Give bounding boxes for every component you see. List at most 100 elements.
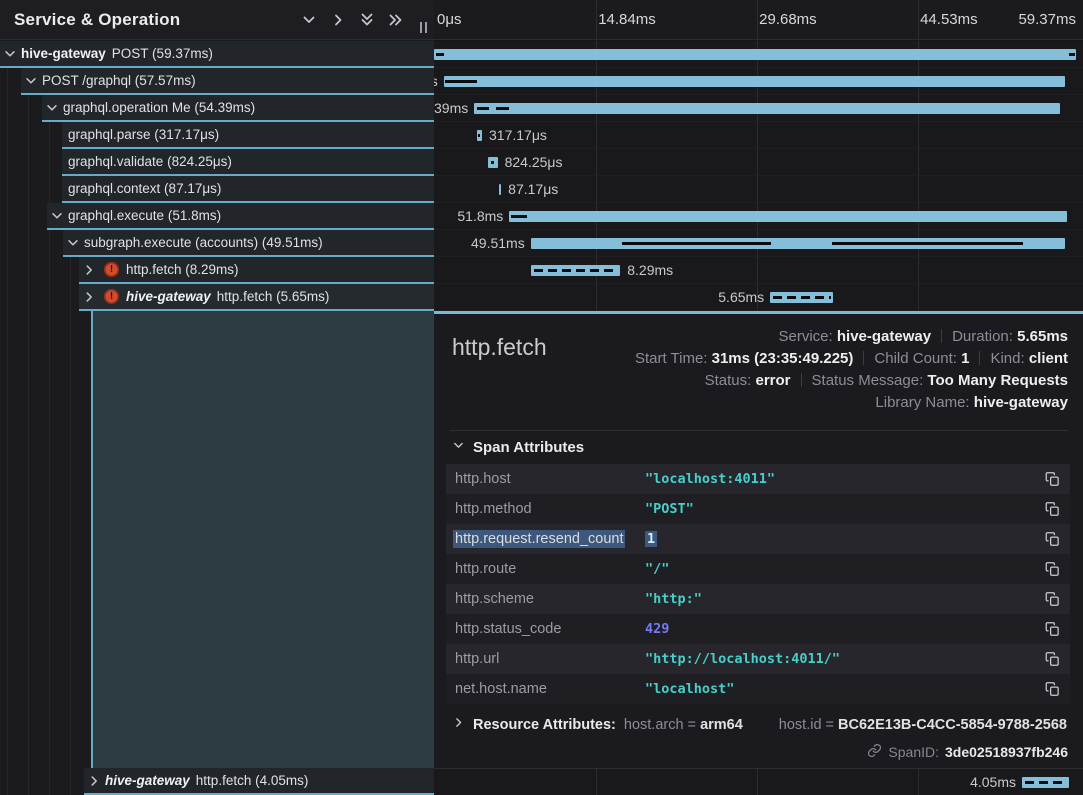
copy-icon[interactable]	[1045, 591, 1060, 607]
tree-row-POST[interactable]: hive-gatewayPOST (59.37ms)	[0, 41, 434, 68]
span-name-label: graphql.parse (317.17μs)	[68, 127, 219, 142]
meta-label: Status:	[705, 372, 756, 389]
span-name-label: graphql.operation Me (54.39ms)	[63, 100, 255, 115]
timeline-row: 5.65ms	[434, 284, 1083, 311]
self-time-mark	[773, 296, 831, 299]
span-meta-line: Status: errorStatus Message: Too Many Re…	[635, 370, 1068, 392]
attribute-value: "/"	[645, 561, 1045, 577]
ruler-tick: 59.37ms	[1018, 11, 1076, 28]
span-duration-bar[interactable]	[444, 76, 1066, 87]
timeline-row: 54.39ms	[434, 95, 1083, 122]
tree-row-http.fetch[interactable]: !http.fetch (8.29ms)	[79, 257, 434, 284]
span-attributes-header[interactable]: Span Attributes	[452, 439, 1068, 456]
attribute-key: http.host	[455, 471, 645, 487]
link-icon[interactable]	[867, 743, 882, 761]
span-name-label: http.fetch (8.29ms)	[126, 262, 239, 277]
meta-value: hive-gateway	[837, 328, 931, 345]
meta-value: error	[755, 372, 790, 389]
attribute-row: http.scheme"http:"	[446, 584, 1070, 614]
copy-icon[interactable]	[1045, 531, 1060, 547]
gridline	[757, 149, 758, 175]
span-id-label: SpanID:	[888, 744, 939, 760]
span-duration-bar[interactable]	[474, 103, 1060, 114]
resource-attributes-header[interactable]: Resource Attributes:	[452, 716, 616, 733]
copy-icon[interactable]	[1045, 621, 1060, 637]
chevron-down-icon[interactable]	[45, 101, 59, 115]
gridline	[918, 149, 919, 175]
copy-icon[interactable]	[1045, 681, 1060, 697]
span-name-label: graphql.validate (824.25μs)	[68, 154, 232, 169]
self-time-mark	[445, 80, 477, 83]
tree-row-POST[interactable]: POST /graphql (57.57ms)	[21, 68, 434, 95]
self-time-mark	[534, 269, 617, 272]
span-meta-line: Service: hive-gatewayDuration: 5.65ms	[635, 326, 1068, 348]
divider	[979, 351, 980, 365]
collapse-one-icon[interactable]	[301, 12, 317, 28]
copy-icon[interactable]	[1045, 501, 1060, 517]
attribute-row: http.request.resend_count1	[446, 524, 1070, 554]
chevron-down-icon[interactable]	[66, 236, 80, 250]
service-name: hive-gateway	[105, 773, 190, 788]
duration-label: 49.51ms	[471, 235, 525, 251]
tree-row-graphql.validate[interactable]: graphql.validate (824.25μs)	[62, 149, 434, 176]
selected-text: http.request.resend_count	[453, 530, 625, 548]
chevron-down-icon[interactable]	[24, 74, 38, 88]
attribute-value: 429	[645, 621, 1045, 637]
collapse-all-icon[interactable]	[359, 12, 375, 28]
tree-row-graphql.execute[interactable]: graphql.execute (51.8ms)	[47, 203, 434, 230]
span-meta-line: Start Time: 31ms (23:35:49.225)Child Cou…	[635, 348, 1068, 370]
chevron-right-icon	[452, 716, 465, 733]
attribute-value: "http://localhost:4011/"	[645, 651, 1045, 667]
copy-icon[interactable]	[1045, 471, 1060, 487]
gridline	[596, 284, 597, 310]
tree-row-graphql.parse[interactable]: graphql.parse (317.17μs)	[62, 122, 434, 149]
span-duration-bar[interactable]	[499, 184, 501, 195]
service-name: hive-gateway	[126, 289, 211, 304]
gridline	[918, 122, 919, 148]
copy-icon[interactable]	[1045, 651, 1060, 667]
attribute-key: http.route	[455, 561, 645, 577]
attribute-value: "POST"	[645, 501, 1045, 517]
attribute-row: http.method"POST"	[446, 494, 1070, 524]
attribute-row: http.host"localhost:4011"	[446, 464, 1070, 494]
resource-attributes-row: Resource Attributes:host.arch = arm64hos…	[452, 716, 1068, 733]
tree-row-subgraph.execute[interactable]: subgraph.execute (accounts) (49.51ms)	[63, 230, 434, 257]
meta-value: client	[1029, 350, 1068, 367]
gridline	[757, 769, 758, 795]
chevron-right-icon[interactable]	[87, 774, 101, 788]
chevron-down-icon[interactable]	[50, 209, 64, 223]
resource-attribute: host.id = BC62E13B-C4CC-5854-9788-2568…	[779, 717, 1068, 733]
timeline-row: 824.25μs	[434, 149, 1083, 176]
attribute-key: http.status_code	[455, 621, 645, 637]
timeline-row: 317.17μs	[434, 122, 1083, 149]
copy-icon[interactable]	[1045, 561, 1060, 577]
duration-label: 4.05ms	[970, 774, 1016, 790]
panel-resize-handle[interactable]	[418, 22, 428, 36]
duration-label: 54.39ms	[434, 100, 468, 116]
span-name-label: http.fetch (5.65ms)	[217, 289, 330, 304]
tree-row-http.fetch[interactable]: !hive-gatewayhttp.fetch (5.65ms)	[79, 284, 434, 311]
self-time-mark	[477, 107, 489, 110]
chevron-down-icon[interactable]	[3, 47, 17, 61]
tree-row-graphql.context[interactable]: graphql.context (87.17μs)	[62, 176, 434, 203]
attribute-key: net.host.name	[455, 681, 645, 697]
gridline	[757, 176, 758, 202]
footer-timeline: 4.05ms	[434, 768, 1083, 795]
span-duration-bar[interactable]	[434, 49, 1076, 60]
attribute-key: http.method	[455, 501, 645, 517]
span-duration-bar[interactable]	[509, 211, 1067, 222]
self-time-mark	[1069, 53, 1075, 56]
span-name-label: POST (59.37ms)	[112, 46, 213, 61]
indent-guide	[7, 41, 8, 795]
gridline	[596, 122, 597, 148]
expand-one-icon[interactable]	[330, 12, 346, 28]
duration-label: 87.17μs	[508, 181, 558, 197]
expand-all-icon[interactable]	[388, 12, 404, 28]
resource-attributes-heading: Resource Attributes:	[473, 717, 616, 733]
attribute-value: "localhost"	[645, 681, 1045, 697]
self-time-mark	[622, 242, 771, 245]
chevron-right-icon[interactable]	[82, 263, 96, 277]
tree-row-graphql.operation[interactable]: graphql.operation Me (54.39ms)	[42, 95, 434, 122]
tree-row-http.fetch[interactable]: hive-gatewayhttp.fetch (4.05ms)	[84, 768, 434, 795]
chevron-right-icon[interactable]	[82, 290, 96, 304]
